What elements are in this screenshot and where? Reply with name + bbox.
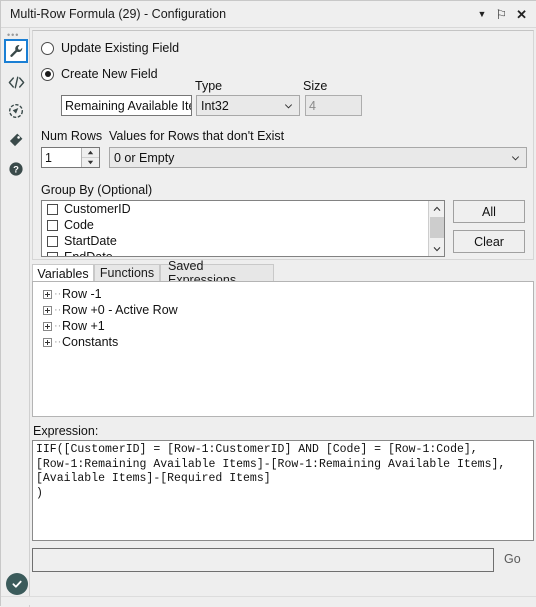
expand-icon[interactable] bbox=[43, 305, 52, 315]
group-by-item-label: StartDate bbox=[64, 234, 117, 248]
field-settings-panel: Update Existing Field Create New Field T… bbox=[32, 30, 534, 260]
target-icon[interactable] bbox=[4, 99, 28, 123]
num-rows-increment-icon[interactable] bbox=[82, 148, 99, 158]
configuration-wrench-icon[interactable] bbox=[4, 39, 28, 63]
window-bottom-bar bbox=[1, 596, 536, 605]
tree-node[interactable]: ·· Row -1 bbox=[33, 286, 533, 302]
window-title: Multi-Row Formula (29) - Configuration bbox=[10, 7, 227, 21]
values-missing-value: 0 or Empty bbox=[114, 150, 175, 165]
configuration-content: Update Existing Field Create New Field T… bbox=[30, 28, 536, 607]
field-name-input[interactable]: Remaining Available Items bbox=[61, 95, 192, 116]
group-by-list[interactable]: CustomerID Code StartDate EndDate bbox=[41, 200, 445, 257]
tree-node[interactable]: ·· Row +0 - Active Row bbox=[33, 302, 533, 318]
update-existing-field-label: Update Existing Field bbox=[61, 41, 180, 55]
expand-icon[interactable] bbox=[43, 321, 52, 331]
num-rows-decrement-icon[interactable] bbox=[82, 158, 99, 167]
group-by-scrollbar[interactable] bbox=[428, 201, 444, 256]
scrollbar-thumb[interactable] bbox=[430, 217, 444, 238]
clear-selection-button[interactable]: Clear bbox=[453, 230, 525, 253]
chevron-down-icon bbox=[511, 155, 520, 161]
tree-node-label: Row +0 - Active Row bbox=[62, 303, 178, 317]
group-by-checkbox[interactable] bbox=[47, 251, 58, 256]
tab-variables[interactable]: Variables bbox=[32, 264, 94, 282]
group-by-label: Group By (Optional) bbox=[41, 183, 153, 197]
tree-node[interactable]: ·· Row +1 bbox=[33, 318, 533, 334]
tree-connector: ·· bbox=[54, 335, 62, 348]
group-by-checkbox[interactable] bbox=[47, 203, 58, 215]
tree-node-label: Row +1 bbox=[62, 319, 105, 333]
window-titlebar: Multi-Row Formula (29) - Configuration ▼… bbox=[1, 1, 536, 28]
tree-connector: ·· bbox=[54, 319, 62, 332]
tree-connector: ·· bbox=[54, 287, 62, 300]
search-row: Go bbox=[32, 548, 534, 574]
create-new-field-radio[interactable] bbox=[41, 67, 54, 81]
close-icon[interactable]: ✕ bbox=[516, 8, 527, 21]
group-by-item-label: EndDate bbox=[64, 250, 113, 257]
help-icon[interactable]: ? bbox=[4, 157, 28, 181]
num-rows-value[interactable]: 1 bbox=[42, 148, 81, 167]
values-missing-select[interactable]: 0 or Empty bbox=[109, 147, 527, 168]
update-existing-field-radio[interactable] bbox=[41, 41, 54, 55]
expression-text: IIF([CustomerID] = [Row-1:CustomerID] AN… bbox=[36, 443, 506, 500]
list-item[interactable]: EndDate bbox=[42, 249, 444, 257]
num-rows-stepper[interactable]: 1 bbox=[41, 147, 100, 168]
field-size-input[interactable]: 4 bbox=[305, 95, 362, 116]
dropdown-caret-icon[interactable]: ▼ bbox=[478, 9, 487, 19]
go-button[interactable]: Go bbox=[504, 552, 521, 566]
window-controls: ▼ ⚐ ✕ bbox=[478, 8, 527, 21]
tree-node-label: Constants bbox=[62, 335, 119, 349]
size-label: Size bbox=[303, 79, 328, 93]
create-new-field-radio-row[interactable]: Create New Field bbox=[41, 67, 158, 81]
group-by-item-label: Code bbox=[64, 218, 94, 232]
chevron-down-icon bbox=[284, 103, 293, 109]
type-label: Type bbox=[195, 79, 223, 93]
list-item[interactable]: CustomerID bbox=[42, 201, 444, 217]
values-missing-label: Values for Rows that don't Exist bbox=[109, 129, 285, 143]
update-existing-field-radio-row[interactable]: Update Existing Field bbox=[41, 41, 179, 55]
tag-icon[interactable] bbox=[4, 128, 28, 152]
tab-saved-expressions[interactable]: Saved Expressions bbox=[160, 259, 274, 287]
field-type-value: Int32 bbox=[201, 98, 229, 113]
num-rows-label: Num Rows bbox=[41, 129, 103, 143]
list-item[interactable]: StartDate bbox=[42, 233, 444, 249]
check-circle-icon bbox=[6, 573, 28, 595]
select-all-button[interactable]: All bbox=[453, 200, 525, 223]
expand-icon[interactable] bbox=[43, 337, 52, 347]
expression-editor[interactable]: IIF([CustomerID] = [Row-1:CustomerID] AN… bbox=[32, 440, 534, 541]
svg-text:?: ? bbox=[13, 165, 19, 176]
tool-rail: ••• ? bbox=[1, 28, 30, 607]
tree-node-label: Row -1 bbox=[62, 287, 102, 301]
tab-functions[interactable]: Functions bbox=[94, 264, 160, 282]
pin-icon[interactable]: ⚐ bbox=[495, 8, 507, 21]
create-new-field-label: Create New Field bbox=[61, 67, 158, 81]
list-item[interactable]: Code bbox=[42, 217, 444, 233]
expression-tabstrip: Variables Functions Saved Expressions bbox=[32, 259, 534, 287]
scroll-up-icon[interactable] bbox=[429, 201, 444, 216]
group-by-checkbox[interactable] bbox=[47, 235, 58, 247]
expand-icon[interactable] bbox=[43, 289, 52, 299]
group-by-checkbox[interactable] bbox=[47, 219, 58, 231]
num-rows-spin-buttons[interactable] bbox=[81, 148, 99, 167]
field-type-select[interactable]: Int32 bbox=[196, 95, 300, 116]
expression-label: Expression: bbox=[33, 424, 99, 438]
group-by-item-label: CustomerID bbox=[64, 202, 131, 216]
rail-grip-dots: ••• bbox=[7, 30, 20, 40]
tree-connector: ·· bbox=[54, 303, 62, 316]
configuration-window: Multi-Row Formula (29) - Configuration ▼… bbox=[0, 0, 536, 607]
search-input[interactable] bbox=[32, 548, 494, 572]
variables-tree[interactable]: ·· Row -1 ·· Row +0 - Active Row ·· Row … bbox=[32, 281, 534, 417]
code-icon[interactable] bbox=[4, 70, 28, 94]
scroll-down-icon[interactable] bbox=[429, 241, 444, 256]
tree-node[interactable]: ·· Constants bbox=[33, 334, 533, 350]
